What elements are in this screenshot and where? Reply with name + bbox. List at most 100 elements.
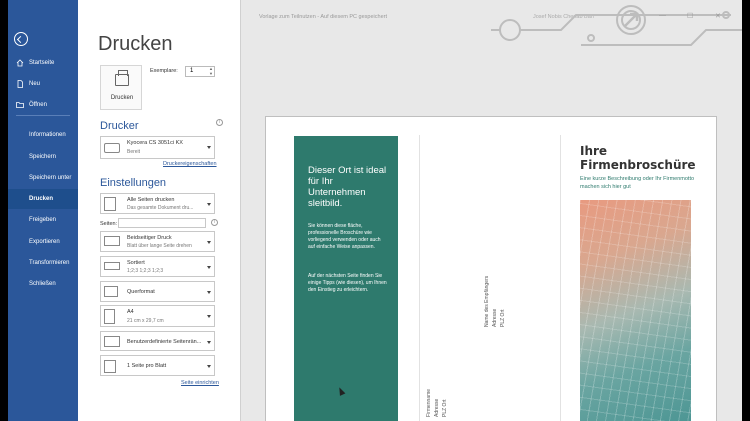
new-document-icon	[17, 80, 23, 88]
nav-item-schliessen[interactable]: Schließen	[8, 274, 78, 294]
back-arrow-icon[interactable]	[14, 32, 28, 46]
home-icon	[16, 59, 24, 67]
panel-paragraph: Sie können diese fläche, professionelle …	[308, 223, 381, 250]
nav-label: Speichern unter	[29, 175, 72, 181]
nav-label: Startseite	[29, 60, 55, 66]
nav-item-speichern[interactable]: Speichern	[8, 147, 78, 167]
nav-divider	[16, 115, 70, 116]
copies-stepper[interactable]: 1 ▲ ▼	[185, 66, 215, 77]
print-range-select[interactable]: Alle Seiten drucken Das gesamte Dokument…	[100, 193, 215, 214]
fold-line	[560, 135, 561, 421]
minimize-icon[interactable]: —	[659, 12, 666, 19]
paper-icon	[104, 309, 115, 324]
orientation-select[interactable]: Querformat	[100, 281, 215, 302]
sheet-icon	[104, 360, 116, 373]
copies-value: 1	[190, 68, 194, 74]
printer-icon	[115, 70, 129, 86]
chevron-down-icon	[207, 291, 211, 294]
chevron-down-icon	[207, 315, 211, 318]
return-name: Firmenname	[426, 388, 432, 417]
info-icon[interactable]: i	[211, 219, 218, 226]
printer-heading: Drucker	[100, 120, 139, 132]
margins-select[interactable]: Benutzerdefinierte Seitenrän...	[100, 331, 215, 351]
setting-subtitle: Das gesamte Dokument dru...	[127, 205, 194, 211]
setting-title: Benutzerdefinierte Seitenrän...	[127, 339, 202, 345]
nav-item-exportieren[interactable]: Exportieren	[8, 232, 78, 252]
chevron-down-icon	[207, 266, 211, 269]
chevron-down-icon	[207, 146, 211, 149]
page-setup-link[interactable]: Seite einrichten	[181, 380, 219, 386]
printer-properties-link[interactable]: Druckereigenschaften	[163, 161, 217, 167]
nav-item-startseite[interactable]: Startseite	[8, 53, 78, 73]
nav-label: Neu	[29, 81, 41, 87]
nav-item-drucken[interactable]: Drucken	[8, 189, 78, 209]
setting-subtitle: 21 cm x 29,7 cm	[127, 318, 164, 324]
maximize-icon[interactable]: ☐	[687, 12, 693, 20]
paper-size-select[interactable]: A4 21 cm x 29,7 cm	[100, 305, 215, 327]
setting-title: 1 Seite pro Blatt	[127, 363, 167, 369]
building-photo	[580, 200, 691, 421]
setting-title: Beidseitiger Druck	[127, 235, 172, 241]
title-bar: Vorlage zum Teilnutzen - Auf diesem PC g…	[241, 0, 742, 46]
preview-page: Dieser Ort ist ideal für Ihr Unternehmen…	[265, 116, 717, 421]
recipient-address: Name des Empfängers Adresse PLZ Ort	[484, 237, 524, 327]
collate-icon	[104, 262, 120, 270]
nav-item-speichern-unter[interactable]: Speichern unter	[8, 168, 78, 188]
nav-label: Drucken	[29, 196, 54, 202]
print-preview: Vorlage zum Teilnutzen - Auf diesem PC g…	[240, 0, 742, 421]
brochure-teal-panel: Dieser Ort ist ideal für Ihr Unternehmen…	[294, 136, 398, 421]
chevron-down-icon	[207, 365, 211, 368]
pages-icon	[104, 197, 116, 211]
chevron-down-icon	[207, 241, 211, 244]
page-title: Drucken	[98, 33, 173, 55]
pages-label: Seiten:	[100, 221, 118, 227]
nav-item-transformieren[interactable]: Transformieren	[8, 253, 78, 273]
nav-label: Schließen	[29, 281, 56, 287]
chevron-down-icon	[207, 341, 211, 344]
printer-select[interactable]: Kyocera CS 3051ci KX Bereit	[100, 136, 215, 159]
nav-label: Öffnen	[29, 102, 47, 108]
brochure-tagline: Eine kurze Beschreibung oder Ihr Firmenm…	[580, 176, 695, 190]
panel-paragraph: Auf der nächsten Seite finden Sie einige…	[308, 273, 387, 293]
recipient-street: Adresse	[492, 308, 498, 327]
document-title: Vorlage zum Teilnutzen - Auf diesem PC g…	[259, 14, 387, 20]
open-folder-icon	[16, 102, 24, 108]
stepper-arrows-icon[interactable]: ▲ ▼	[209, 66, 213, 76]
printer-icon	[104, 143, 120, 153]
printer-name: Kyocera CS 3051ci KX	[127, 140, 183, 146]
nav-item-neu[interactable]: Neu	[8, 74, 78, 94]
setting-title: Querformat	[127, 289, 155, 295]
fold-line	[419, 135, 420, 421]
copies-label: Exemplare:	[150, 68, 178, 74]
pages-per-sheet-select[interactable]: 1 Seite pro Blatt	[100, 355, 215, 376]
duplex-icon	[104, 236, 120, 246]
info-icon[interactable]: i	[216, 119, 223, 126]
return-city: PLZ Ort	[442, 399, 448, 417]
printer-status: Bereit	[127, 149, 141, 155]
nav-label: Transformieren	[29, 260, 70, 266]
print-settings-panel: Drucken Drucken Exemplare: 1 ▲ ▼ Drucker …	[78, 0, 240, 421]
nav-item-informationen[interactable]: Informationen	[8, 125, 78, 145]
recipient-name: Name des Empfängers	[484, 275, 490, 327]
setting-title: Alle Seiten drucken	[127, 197, 175, 203]
setting-title: A4	[127, 309, 134, 315]
brochure-title: Ihre Firmenbroschüre	[580, 144, 696, 172]
close-icon[interactable]: ✕	[715, 12, 721, 20]
setting-title: Sortiert	[127, 260, 145, 266]
settings-heading: Einstellungen	[100, 177, 167, 189]
nav-label: Exportieren	[29, 239, 60, 245]
nav-label: Informationen	[29, 132, 66, 138]
print-button[interactable]: Drucken	[100, 65, 142, 110]
collation-select[interactable]: Sortiert 1;2;3 1;2;3 1;2;3	[100, 256, 215, 277]
setting-subtitle: Blatt über lange Seite drehen	[127, 243, 192, 249]
duplex-select[interactable]: Beidseitiger Druck Blatt über lange Seit…	[100, 231, 215, 252]
circuit-pattern-icon	[491, 5, 742, 46]
backstage-nav: Startseite Neu Öffnen Informationen Spei…	[8, 0, 78, 421]
chevron-down-icon	[207, 203, 211, 206]
landscape-icon	[104, 286, 118, 297]
pages-input[interactable]	[118, 218, 206, 228]
margins-icon	[104, 336, 120, 347]
nav-item-oeffnen[interactable]: Öffnen	[8, 95, 78, 115]
return-street: Adresse	[434, 398, 440, 417]
nav-item-freigeben[interactable]: Freigeben	[8, 210, 78, 230]
